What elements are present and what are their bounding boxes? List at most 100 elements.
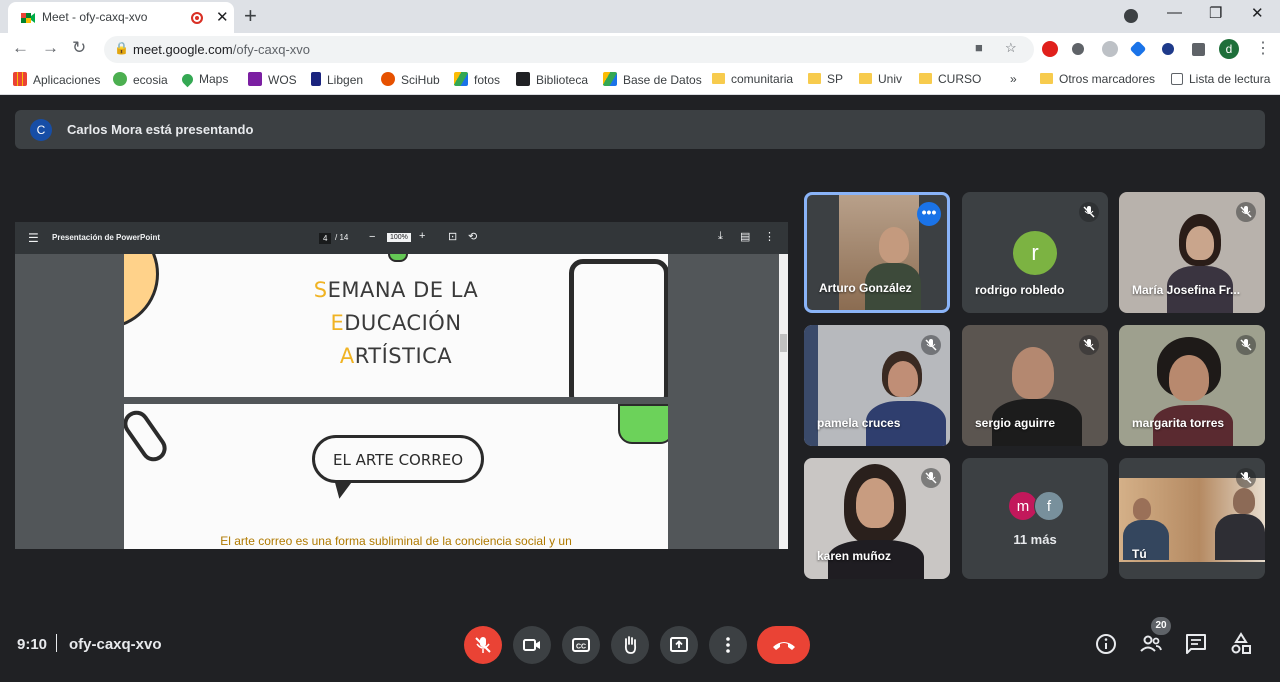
leave-call-button[interactable]	[757, 626, 810, 664]
pdf-menu-icon: ☰	[28, 231, 39, 245]
new-tab-button[interactable]: +	[244, 3, 257, 29]
slide-page-lower: EL ARTE CORREO El arte correo es una for…	[124, 404, 668, 549]
participant-tile-rodrigo[interactable]: r rodrigo robledo	[962, 192, 1108, 313]
folder-icon	[808, 73, 821, 84]
address-bar[interactable]: 🔒 meet.google.com/ofy-caxq-xvo ■ ☆	[104, 36, 1034, 63]
participant-tile-more[interactable]: m f 11 más	[962, 458, 1108, 579]
participant-name: Tú	[1132, 547, 1147, 561]
mic-off-icon	[1236, 335, 1256, 355]
more-options-icon[interactable]: •••	[917, 202, 941, 226]
ecosia-icon	[113, 72, 127, 86]
activities-icon[interactable]	[1229, 632, 1253, 656]
reload-button[interactable]: ↻	[72, 38, 86, 58]
pdf-toolbar: ☰ Presentación de PowerPoint 4 / 14 − 10…	[15, 222, 788, 254]
participant-tile-margarita[interactable]: margarita torres	[1119, 325, 1265, 446]
meeting-code: ofy-caxq-xvo	[69, 636, 162, 653]
bookmark-libgen[interactable]: Libgen	[311, 72, 363, 87]
pdf-title: Presentación de PowerPoint	[52, 233, 161, 242]
bookmark-fotos[interactable]: fotos	[454, 72, 500, 87]
present-screen-icon	[670, 637, 688, 652]
present-screen-button[interactable]	[660, 626, 698, 664]
mic-off-icon	[921, 468, 941, 488]
participant-tile-arturo[interactable]: ••• Arturo González	[804, 192, 950, 313]
tab-search-icon[interactable]	[1124, 9, 1138, 23]
bookmark-maps[interactable]: Maps	[179, 71, 228, 88]
bookmarks-bar: Aplicaciones ecosia Maps WOS Libgen SciH…	[0, 65, 1280, 95]
raise-hand-button[interactable]	[611, 626, 649, 664]
folder-icon	[712, 73, 725, 84]
browser-toolbar: ← → ↻ 🔒 meet.google.com/ofy-caxq-xvo ■ ☆…	[0, 33, 1280, 65]
lock-icon: 🔒	[114, 41, 129, 55]
bookmark-comunitaria[interactable]: comunitaria	[712, 72, 793, 86]
profile-avatar[interactable]: d	[1219, 39, 1239, 59]
presenter-avatar: C	[30, 119, 52, 141]
camera-toggle-button[interactable]	[513, 626, 551, 664]
folder-icon	[859, 73, 872, 84]
chat-icon[interactable]	[1184, 632, 1208, 656]
reading-list-button[interactable]: Lista de lectura	[1171, 72, 1270, 86]
participant-face	[856, 478, 894, 528]
presenting-text: Carlos Mora está presentando	[67, 122, 254, 137]
participant-name: sergio aguirre	[975, 416, 1056, 430]
bookmark-sp[interactable]: SP	[808, 72, 843, 86]
tab-strip: Meet - ofy-caxq-xvo ✕ + — ❐ ✕	[0, 0, 1280, 33]
compass-extension-icon[interactable]	[1102, 41, 1118, 57]
bookmark-base-de-datos[interactable]: Base de Datos	[603, 72, 702, 87]
captions-button[interactable]: CC	[562, 626, 600, 664]
rotate-icon: ⟲	[468, 231, 478, 243]
pdf-more-icon: ⋮	[764, 231, 775, 243]
slide-page-upper: SEMANA DE LA EDUCACIÓN ARTÍSTICA	[124, 254, 668, 397]
bookmark-univ[interactable]: Univ	[859, 72, 902, 86]
bookmark-biblioteca[interactable]: Biblioteca	[516, 72, 588, 87]
mic-off-icon	[1236, 202, 1256, 222]
participant-tile-self[interactable]: Tú	[1119, 458, 1265, 579]
diamond-extension-icon[interactable]	[1129, 40, 1147, 58]
slide-title-line-1: SEMANA DE LA	[313, 278, 479, 302]
participant-name: karen muñoz	[817, 549, 892, 563]
browser-menu-icon[interactable]: ⋮	[1255, 38, 1271, 58]
back-button[interactable]: ←	[12, 38, 29, 58]
svg-text:CC: CC	[576, 644, 586, 651]
participant-tile-sergio[interactable]: sergio aguirre	[962, 325, 1108, 446]
lightbulb-extension-icon[interactable]	[1072, 43, 1084, 55]
forward-button[interactable]: →	[42, 38, 59, 58]
participant-tile-karen[interactable]: karen muñoz	[804, 458, 950, 579]
people-icon[interactable]	[1139, 632, 1163, 656]
speech-bubble: EL ARTE CORREO	[312, 435, 484, 483]
more-options-button[interactable]	[709, 626, 747, 664]
bookmarks-overflow-button[interactable]: »	[1010, 72, 1017, 86]
participant-tile-maria[interactable]: María Josefina Fr...	[1119, 192, 1265, 313]
close-window-button[interactable]: ✕	[1251, 4, 1264, 22]
mic-toggle-button[interactable]	[464, 626, 502, 664]
tab-close-icon[interactable]: ✕	[216, 8, 229, 26]
bookmark-ecosia[interactable]: ecosia	[113, 72, 168, 87]
opera-extension-icon[interactable]	[1042, 41, 1058, 57]
hang-up-icon	[773, 642, 795, 650]
bookmark-curso[interactable]: CURSO	[919, 72, 981, 86]
hexagon-extension-icon[interactable]	[1162, 43, 1174, 55]
folder-icon	[919, 73, 932, 84]
bookmark-scihub[interactable]: SciHub	[381, 72, 440, 87]
camera-in-use-icon[interactable]: ■	[975, 40, 983, 55]
speech-bubble-text: EL ARTE CORREO	[332, 451, 463, 469]
print-icon: ▤	[740, 231, 751, 243]
minimize-button[interactable]: —	[1167, 4, 1182, 21]
participants-count-badge: 20	[1151, 617, 1171, 635]
mic-off-icon	[921, 335, 941, 355]
bookmark-wos[interactable]: WOS	[248, 72, 297, 87]
mic-off-icon	[1236, 468, 1256, 488]
pdf-page-number: 4	[319, 233, 332, 244]
tab-meet[interactable]: Meet - ofy-caxq-xvo ✕	[8, 2, 234, 33]
url-text: meet.google.com/ofy-caxq-xvo	[133, 42, 311, 57]
participant-body	[1215, 514, 1265, 560]
bookmark-star-icon[interactable]: ☆	[1005, 40, 1017, 56]
restore-button[interactable]: ❐	[1209, 4, 1222, 22]
pdf-page-total: / 14	[335, 233, 349, 242]
meeting-details-icon[interactable]	[1094, 632, 1118, 656]
slide-title-line-3: ARTÍSTICA	[339, 344, 453, 368]
bookmark-aplicaciones[interactable]: Aplicaciones	[13, 72, 100, 87]
bookmark-otros-marcadores[interactable]: Otros marcadores	[1040, 72, 1155, 86]
divider	[56, 634, 57, 652]
extensions-puzzle-icon[interactable]	[1192, 43, 1205, 56]
participant-tile-pamela[interactable]: pamela cruces	[804, 325, 950, 446]
